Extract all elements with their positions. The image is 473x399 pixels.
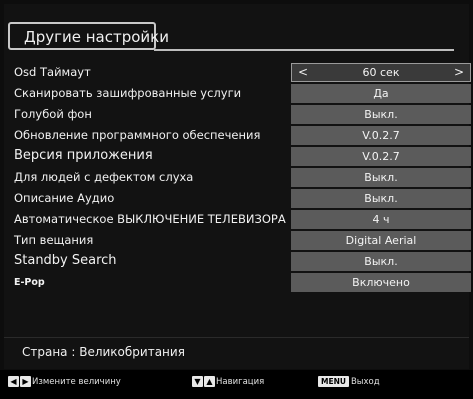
setting-label: E-Pop xyxy=(14,277,45,288)
setting-scan-encrypted[interactable]: Сканировать зашифрованные услуги Да xyxy=(0,83,473,104)
hint-change-value: ◀ ▶ Измените величину xyxy=(8,376,121,387)
setting-app-version[interactable]: Версия приложения V.0.2.7 xyxy=(0,146,473,167)
setting-value[interactable]: Digital Aerial xyxy=(291,231,471,250)
setting-label: Описание Аудио xyxy=(14,191,115,205)
menu-key-icon: MENU xyxy=(318,376,349,387)
setting-label: Standby Search xyxy=(14,253,117,268)
setting-value-text: Выкл. xyxy=(364,192,398,205)
setting-value[interactable]: Выкл. xyxy=(291,189,471,208)
setting-hard-of-hearing[interactable]: Для людей с дефектом слуха Выкл. xyxy=(0,167,473,188)
page-title-box: Другие настройки xyxy=(8,22,169,50)
settings-list: Osd Таймаут < 60 сек > Сканировать зашиф… xyxy=(0,62,473,293)
setting-standby-search[interactable]: Standby Search Выкл. xyxy=(0,251,473,272)
setting-value-text: Да xyxy=(373,87,389,100)
setting-value-text: Включено xyxy=(352,276,410,289)
setting-value[interactable]: Да xyxy=(291,84,471,103)
setting-auto-tv-off[interactable]: Автоматическое ВЫКЛЮЧЕНИЕ ТЕЛЕВИЗОРА 4 ч xyxy=(0,209,473,230)
hint-exit: MENU Выход xyxy=(318,376,380,387)
down-arrow-key-icon: ▼ xyxy=(192,376,203,387)
page-title: Другие настройки xyxy=(24,28,169,46)
setting-value[interactable]: Выкл. xyxy=(291,168,471,187)
country-divider xyxy=(4,337,469,338)
right-arrow-key-icon: ▶ xyxy=(20,376,31,387)
hint-change-value-label: Измените величину xyxy=(32,376,121,387)
setting-label: Сканировать зашифрованные услуги xyxy=(14,86,242,100)
left-arrow-key-icon: ◀ xyxy=(8,376,19,387)
setting-label: Тип вещания xyxy=(14,233,94,247)
arrow-left-icon[interactable]: < xyxy=(298,65,308,79)
setting-label: Обновление программного обеспечения xyxy=(14,128,261,142)
setting-value[interactable]: Выкл. xyxy=(291,252,471,271)
setting-label: Версия приложения xyxy=(14,148,153,163)
hint-navigation: ▼ ▲ Навигация xyxy=(192,376,264,387)
setting-value[interactable]: Выкл. xyxy=(291,105,471,124)
setting-value-text: V.0.2.7 xyxy=(362,150,400,163)
setting-value-text: V.0.2.7 xyxy=(362,129,400,142)
title-divider xyxy=(154,49,454,51)
setting-value[interactable]: V.0.2.7 xyxy=(291,147,471,166)
setting-value-text: Digital Aerial xyxy=(345,234,417,247)
setting-label: Автоматическое ВЫКЛЮЧЕНИЕ ТЕЛЕВИЗОРА xyxy=(14,212,286,226)
setting-osd-timeout[interactable]: Osd Таймаут < 60 сек > xyxy=(0,62,473,83)
setting-value[interactable]: < 60 сек > xyxy=(291,63,471,82)
setting-broadcast-type[interactable]: Тип вещания Digital Aerial xyxy=(0,230,473,251)
setting-value-text: Выкл. xyxy=(364,255,398,268)
setting-label: Для людей с дефектом слуха xyxy=(14,170,194,184)
setting-value[interactable]: Включено xyxy=(291,273,471,292)
arrow-right-icon[interactable]: > xyxy=(454,65,464,79)
hint-navigation-label: Навигация xyxy=(216,376,265,387)
setting-software-upgrade[interactable]: Обновление программного обеспечения V.0.… xyxy=(0,125,473,146)
hint-exit-label: Выход xyxy=(350,376,380,387)
setting-label: Osd Таймаут xyxy=(14,65,91,79)
setting-blue-background[interactable]: Голубой фон Выкл. xyxy=(0,104,473,125)
setting-value-text: 4 ч xyxy=(372,213,390,226)
setting-e-pop[interactable]: E-Pop Включено xyxy=(0,272,473,293)
setting-value[interactable]: V.0.2.7 xyxy=(291,126,471,145)
up-arrow-key-icon: ▲ xyxy=(204,376,215,387)
setting-label: Голубой фон xyxy=(14,107,92,121)
setting-value-text: Выкл. xyxy=(364,108,398,121)
setting-value-text: 60 сек xyxy=(362,66,400,79)
country-label: Страна : Великобритания xyxy=(22,345,185,359)
setting-audio-description[interactable]: Описание Аудио Выкл. xyxy=(0,188,473,209)
setting-value[interactable]: 4 ч xyxy=(291,210,471,229)
footer-hints: ◀ ▶ Измените величину ▼ ▲ Навигация MENU… xyxy=(0,370,473,399)
setting-value-text: Выкл. xyxy=(364,171,398,184)
